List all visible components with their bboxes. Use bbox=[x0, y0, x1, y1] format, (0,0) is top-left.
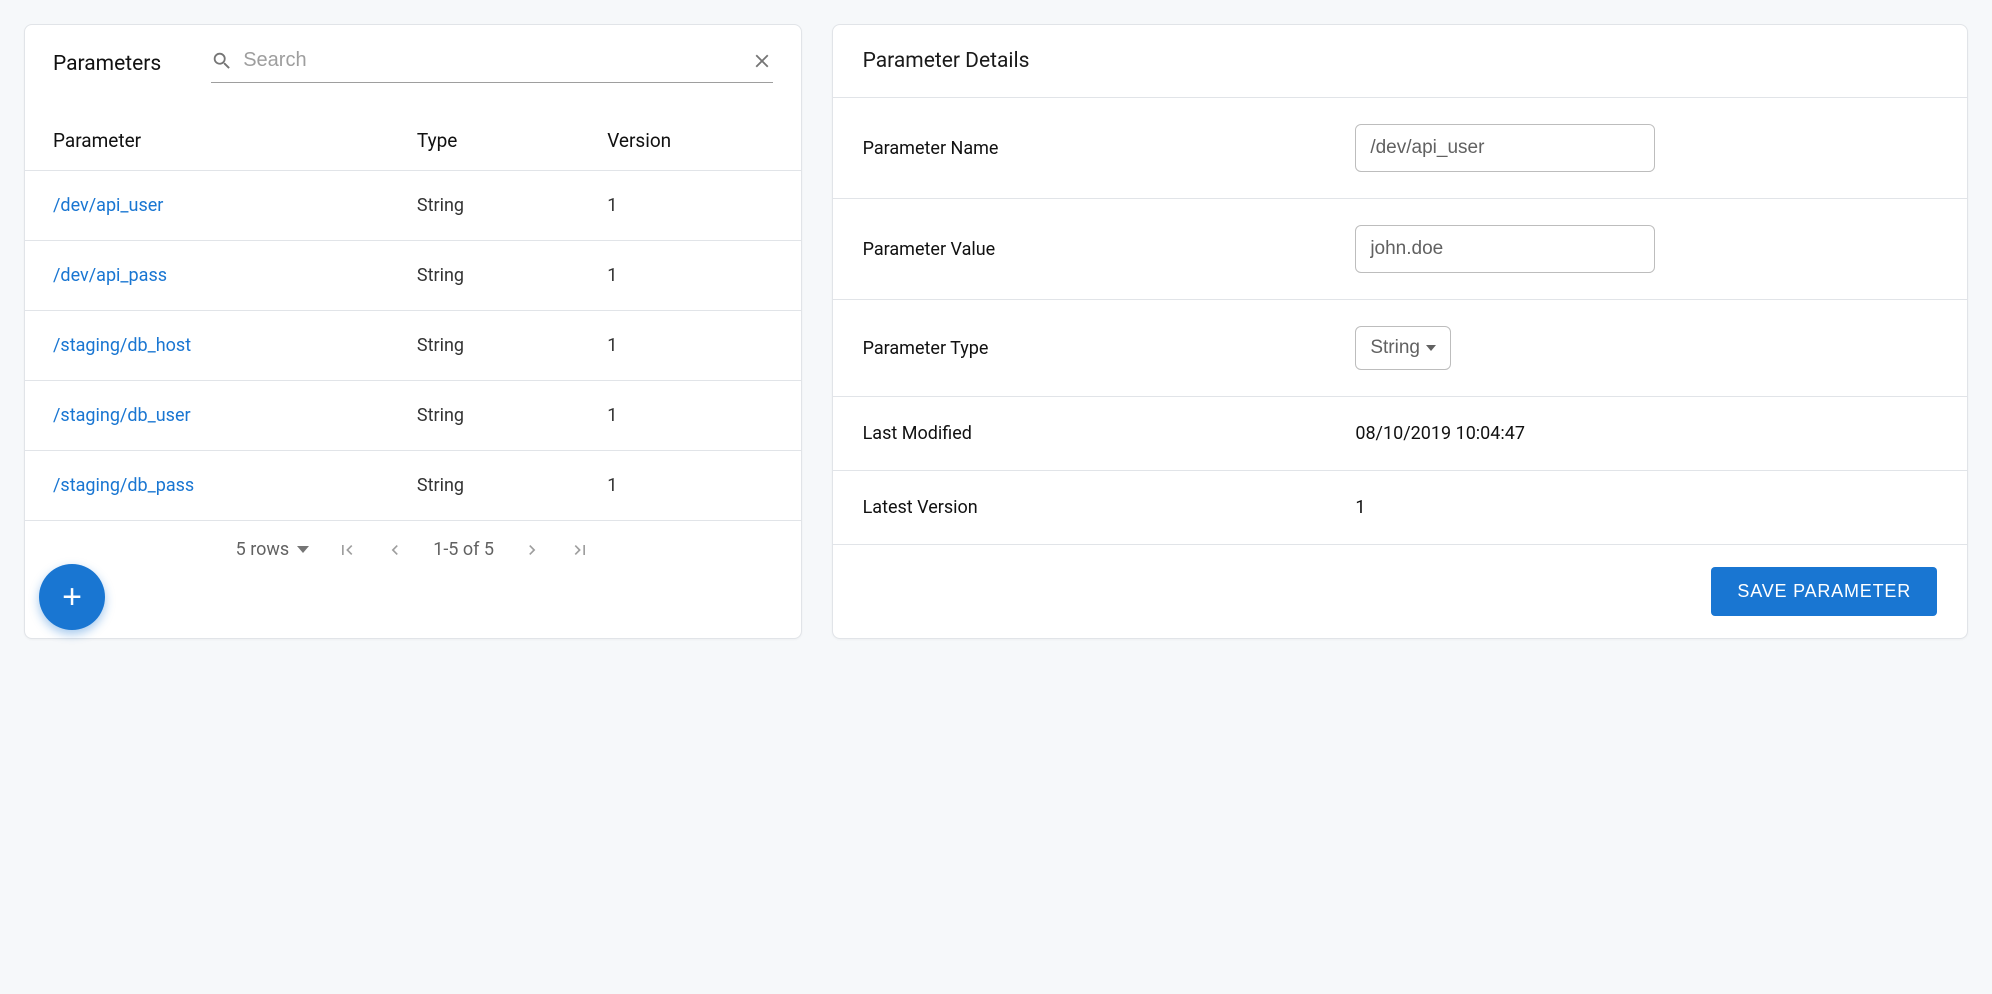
parameter-version-cell: 1 bbox=[579, 311, 800, 381]
prev-page-icon[interactable] bbox=[385, 540, 405, 560]
last-modified-label: Last Modified bbox=[863, 423, 1336, 444]
param-type-value: String bbox=[1370, 337, 1420, 359]
parameter-link[interactable]: /staging/db_user bbox=[53, 405, 191, 426]
param-name-label: Parameter Name bbox=[863, 138, 1336, 159]
table-row: /dev/api_user String1 bbox=[25, 171, 801, 241]
parameter-version-cell: 1 bbox=[579, 381, 800, 451]
first-page-icon[interactable] bbox=[337, 540, 357, 560]
details-title: Parameter Details bbox=[833, 25, 1967, 98]
search-icon bbox=[211, 50, 233, 72]
param-name-input[interactable] bbox=[1355, 124, 1655, 172]
param-type-label: Parameter Type bbox=[863, 338, 1336, 359]
parameter-version-cell: 1 bbox=[579, 171, 800, 241]
save-parameter-button[interactable]: SAVE PARAMETER bbox=[1711, 567, 1937, 616]
last-modified-value: 08/10/2019 10:04:47 bbox=[1355, 423, 1525, 444]
search-input[interactable] bbox=[243, 49, 740, 72]
caret-down-icon bbox=[1426, 345, 1436, 351]
search-field-wrap bbox=[211, 45, 772, 83]
parameters-panel: Parameters Parameter Type Version /dev/a… bbox=[24, 24, 802, 639]
col-type: Type bbox=[389, 111, 579, 171]
parameter-link[interactable]: /dev/api_pass bbox=[53, 265, 167, 286]
parameter-type-cell: String bbox=[389, 171, 579, 241]
parameter-link[interactable]: /staging/db_pass bbox=[53, 475, 194, 496]
parameters-title: Parameters bbox=[53, 52, 191, 76]
table-row: /staging/db_user String1 bbox=[25, 381, 801, 451]
parameter-version-cell: 1 bbox=[579, 241, 800, 311]
caret-down-icon bbox=[297, 546, 309, 553]
close-icon bbox=[751, 50, 773, 72]
parameter-version-cell: 1 bbox=[579, 451, 800, 521]
param-value-label: Parameter Value bbox=[863, 239, 1336, 260]
table-row: /dev/api_pass String1 bbox=[25, 241, 801, 311]
next-page-icon[interactable] bbox=[522, 540, 542, 560]
parameters-table: Parameter Type Version /dev/api_user Stri… bbox=[25, 111, 801, 520]
pagination-bar: 5 rows 1-5 of 5 bbox=[25, 520, 801, 578]
param-value-input[interactable] bbox=[1355, 225, 1655, 273]
add-parameter-fab[interactable]: + bbox=[39, 564, 105, 630]
rows-per-page-select[interactable]: 5 rows bbox=[236, 539, 310, 560]
col-version: Version bbox=[579, 111, 800, 171]
parameter-type-cell: String bbox=[389, 451, 579, 521]
table-row: /staging/db_host String1 bbox=[25, 311, 801, 381]
latest-version-value: 1 bbox=[1355, 497, 1365, 518]
rows-per-page-label: 5 rows bbox=[236, 539, 290, 560]
latest-version-label: Latest Version bbox=[863, 497, 1336, 518]
col-parameter: Parameter bbox=[25, 111, 389, 171]
parameter-type-cell: String bbox=[389, 241, 579, 311]
last-page-icon[interactable] bbox=[570, 540, 590, 560]
parameter-link[interactable]: /staging/db_host bbox=[53, 335, 191, 356]
parameter-link[interactable]: /dev/api_user bbox=[53, 195, 163, 216]
pagination-range: 1-5 of 5 bbox=[433, 539, 494, 560]
param-type-select[interactable]: String bbox=[1355, 326, 1451, 370]
clear-search-button[interactable] bbox=[751, 50, 773, 72]
parameter-details-panel: Parameter Details Parameter Name Paramet… bbox=[832, 24, 1968, 639]
table-row: /staging/db_pass String1 bbox=[25, 451, 801, 521]
parameter-type-cell: String bbox=[389, 311, 579, 381]
parameter-type-cell: String bbox=[389, 381, 579, 451]
